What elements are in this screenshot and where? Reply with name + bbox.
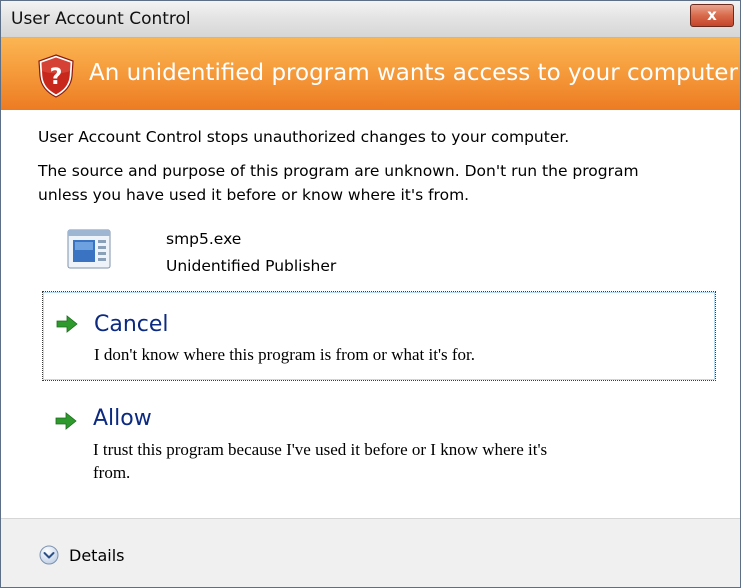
uac-dialog: User Account Control x ? An unidentified… [0,0,741,588]
program-window-icon [67,229,111,269]
cancel-option-title: Cancel [94,312,169,337]
program-publisher: Unidentified Publisher [166,257,337,275]
cancel-option-description: I don't know where this program is from … [94,345,476,364]
message-line-2: The source and purpose of this program a… [38,162,639,180]
title-bar: User Account Control x [1,1,740,38]
allow-option-description-line-2: from. [93,463,131,482]
allow-option[interactable]: Allow I trust this program because I've … [42,397,714,497]
close-button[interactable]: x [690,4,734,27]
allow-option-description-line-1: I trust this program because I've used i… [93,440,548,459]
message-line-3: unless you have used it before or know w… [38,186,470,204]
program-name: smp5.exe [166,230,242,248]
warning-banner: ? An unidentified program wants access t… [1,38,740,110]
banner-text: An unidentified program wants access to … [89,60,738,86]
allow-option-title: Allow [93,406,152,431]
chevron-down-circle-icon[interactable] [39,545,59,565]
svg-text:?: ? [50,65,63,90]
cancel-option[interactable]: Cancel I don't know where this program i… [42,291,716,381]
shield-question-icon: ? [38,54,74,98]
green-arrow-icon [55,412,77,430]
green-arrow-icon [56,315,78,333]
details-toggle[interactable]: Details [69,546,124,565]
dialog-footer: Details [1,518,740,587]
window-title: User Account Control [11,9,191,29]
message-line-1: User Account Control stops unauthorized … [38,128,570,146]
